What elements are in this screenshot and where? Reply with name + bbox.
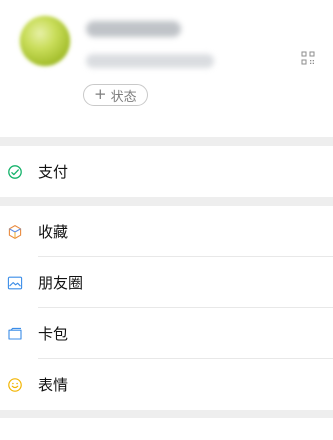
qr-code-icon[interactable] [301, 51, 315, 65]
profile-name-blurred [86, 21, 181, 37]
section-separator [0, 197, 333, 206]
section-separator [0, 410, 333, 418]
menu-item-stickers[interactable]: 表情 [0, 359, 333, 410]
section-separator [0, 137, 333, 146]
menu-item-pay[interactable]: 支付 [0, 146, 333, 197]
cards-icon [8, 327, 22, 340]
menu-item-favorites[interactable]: 收藏 [0, 206, 333, 257]
menu-item-moments[interactable]: 朋友圈 [0, 257, 333, 308]
bottom-spacer [0, 418, 333, 440]
profile-header[interactable]: + 状态 [0, 0, 333, 137]
plus-icon: + [94, 85, 107, 103]
me-page: + 状态 支付 收藏 朋友圈 卡包 表情 [0, 0, 333, 440]
menu-item-stickers-label: 表情 [38, 376, 69, 394]
menu-item-cards-label: 卡包 [38, 325, 69, 343]
moments-icon [7, 276, 23, 289]
menu-item-favorites-label: 收藏 [38, 223, 69, 241]
menu-item-pay-label: 支付 [38, 163, 69, 181]
status-button[interactable]: + 状态 [83, 84, 148, 106]
favorites-icon [8, 224, 22, 239]
profile-id-blurred [86, 54, 214, 68]
status-button-label: 状态 [110, 89, 137, 105]
stickers-icon [8, 377, 22, 392]
pay-icon [8, 164, 22, 179]
avatar[interactable] [20, 16, 70, 66]
menu-item-moments-label: 朋友圈 [38, 274, 84, 292]
menu-item-cards[interactable]: 卡包 [0, 308, 333, 359]
